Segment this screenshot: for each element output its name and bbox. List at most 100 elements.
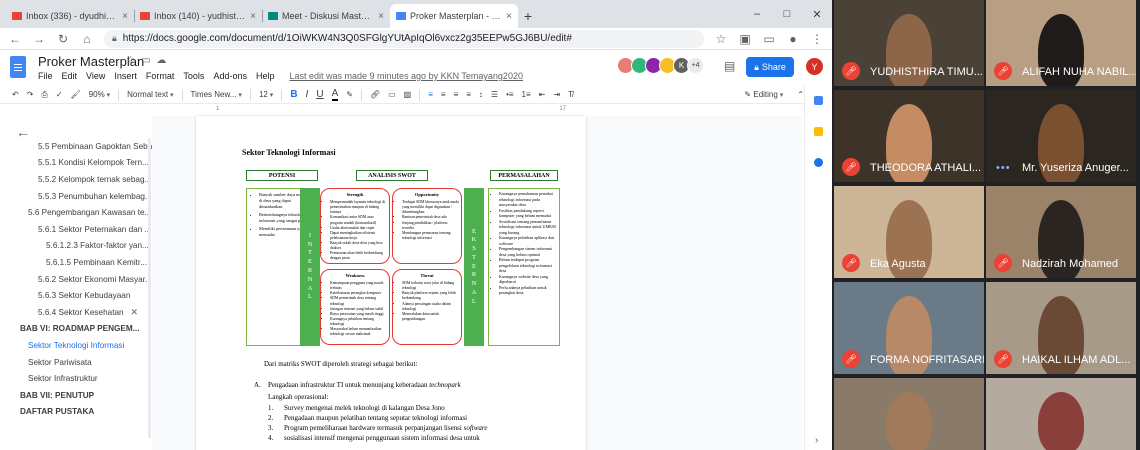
outline-item[interactable]: 5.6.4 Sektor Kesehatan ✕ — [0, 304, 152, 321]
outline-item[interactable]: Sektor Pariwisata — [0, 354, 152, 371]
outline-item[interactable]: 5.6 Pengembangan Kawasan te... — [0, 204, 152, 221]
menu-tools[interactable]: Tools — [183, 71, 204, 81]
menu-edit[interactable]: Edit — [62, 71, 78, 81]
text-color-button[interactable]: A — [331, 88, 339, 101]
new-tab-button[interactable]: + — [518, 4, 538, 28]
menu-icon[interactable]: ⋮ — [810, 32, 824, 46]
maximize-button[interactable]: □ — [772, 0, 802, 28]
user-avatar[interactable]: Y — [806, 58, 823, 75]
outline-item[interactable]: 5.5.2 Kelompok ternak sebag... — [0, 171, 152, 188]
extension-icon[interactable]: ▣ — [738, 32, 752, 46]
outline-item[interactable]: 5.6.1.2.3 Faktor-faktor yan... — [0, 238, 152, 255]
menu-addons[interactable]: Add-ons — [213, 71, 247, 81]
participant-tile[interactable]: 🎤︎ HAIKAL ILHAM ADL... — [986, 282, 1136, 374]
back-icon[interactable]: ← — [8, 32, 22, 46]
checklist-icon[interactable]: ☰ — [491, 90, 498, 99]
outline-item[interactable]: 5.6.1.5 Pembinaan Kemitr... — [0, 254, 152, 271]
participant-tile[interactable]: 🎤︎ Nadzirah Mohamed — [986, 186, 1136, 278]
outline-item[interactable]: BAB VII: PENUTUP — [0, 387, 152, 404]
close-icon[interactable]: × — [378, 11, 384, 22]
font-size-select[interactable]: 12 — [259, 90, 273, 99]
forward-icon[interactable]: → — [32, 32, 46, 46]
align-center-icon[interactable]: ≡ — [441, 90, 446, 99]
outline-scrollbar[interactable] — [148, 138, 151, 438]
undo-icon[interactable]: ↶ — [12, 90, 19, 99]
calendar-icon[interactable] — [814, 96, 823, 105]
outline-item[interactable]: 5.5.1 Kondisi Kelompok Tern... — [0, 155, 152, 172]
indent-decrease-icon[interactable]: ⇤ — [539, 90, 546, 99]
underline-button[interactable]: U — [316, 89, 323, 100]
outline-item[interactable]: DAFTAR PUSTAKA — [0, 404, 152, 421]
keep-icon[interactable] — [814, 127, 823, 136]
bullet-list-icon[interactable]: •≡ — [506, 90, 513, 99]
tab-inbox-2[interactable]: Inbox (140) - yudhisthiratimur@× — [134, 4, 262, 28]
link-icon[interactable]: 🔗︎ — [370, 90, 380, 99]
italic-button[interactable]: I — [306, 89, 309, 100]
cloud-status-icon[interactable]: ☁ — [156, 55, 172, 66]
outline-item[interactable]: BAB VI: ROADMAP PENGEM... — [0, 321, 152, 338]
participant-tile[interactable]: 🎤︎ FORMA NOFRITASARI — [834, 282, 984, 374]
zoom-select[interactable]: 90% — [89, 90, 110, 99]
profile-icon[interactable]: ● — [786, 32, 800, 46]
outline-item[interactable]: Sektor Teknologi Informasi — [0, 337, 152, 354]
outline-item[interactable]: 5.6.3 Sektor Kebudayaan — [0, 287, 152, 304]
numbered-list-icon[interactable]: 1≡ — [522, 90, 531, 99]
tab-inbox-1[interactable]: Inbox (336) - dyudhisthira079@× — [6, 4, 134, 28]
style-select[interactable]: Normal text — [127, 90, 173, 99]
tab-meet[interactable]: Meet - Diskusi Masterplan× — [262, 4, 390, 28]
line-spacing-icon[interactable]: ↕ — [479, 90, 483, 99]
close-window-button[interactable]: ✕ — [802, 0, 832, 28]
close-icon[interactable]: × — [122, 11, 128, 22]
ruler[interactable]: 1 17 — [196, 106, 586, 116]
bold-button[interactable]: B — [290, 89, 297, 100]
tasks-icon[interactable] — [814, 158, 823, 167]
highlight-icon[interactable]: ✎ — [346, 90, 353, 99]
spellcheck-icon[interactable]: ✓ — [56, 90, 63, 99]
star-icon[interactable]: ☆ — [126, 55, 141, 66]
address-bar[interactable]: 🔒︎ https://docs.google.com/document/d/1Oi… — [104, 29, 704, 48]
comment-add-icon[interactable]: ▭ — [388, 90, 396, 99]
participant-tile[interactable]: 🎤︎ THEODORA ATHALI... — [834, 90, 984, 182]
align-right-icon[interactable]: ≡ — [454, 90, 459, 99]
editing-mode-select[interactable]: ✎ Editing — [744, 90, 783, 99]
font-select[interactable]: Times New... — [191, 90, 242, 99]
outline-item[interactable]: 5.5.3 Penumbuhan kelembag... — [0, 188, 152, 205]
reload-icon[interactable]: ↻ — [56, 32, 70, 46]
menu-help[interactable]: Help — [256, 71, 275, 81]
menu-format[interactable]: Format — [146, 71, 175, 81]
clear-format-icon[interactable]: T̸ — [568, 90, 573, 99]
cast-icon[interactable]: ▭ — [762, 32, 776, 46]
participant-tile[interactable] — [834, 378, 984, 450]
comments-icon[interactable]: ▤ — [724, 59, 735, 73]
align-justify-icon[interactable]: ≡ — [466, 90, 471, 99]
star-icon[interactable]: ☆ — [714, 32, 728, 46]
minimize-button[interactable]: – — [742, 0, 772, 28]
lock-icon[interactable]: 🔒︎ — [112, 33, 117, 44]
outline-item[interactable]: 5.6.2 Sektor Ekonomi Masyar... — [0, 271, 152, 288]
align-left-icon[interactable]: ≡ — [428, 90, 433, 99]
redo-icon[interactable]: ↷ — [27, 90, 34, 99]
print-icon[interactable]: ⎙ — [41, 90, 47, 100]
move-folder-icon[interactable]: ▭ — [141, 55, 156, 66]
close-icon[interactable]: ✕ — [130, 307, 138, 318]
close-icon[interactable]: × — [250, 11, 256, 22]
participant-tile[interactable] — [986, 378, 1136, 450]
more-collaborators[interactable]: +4 — [687, 57, 704, 74]
outline-item[interactable]: 5.6.1 Sektor Peternakan dan ... — [0, 221, 152, 238]
close-icon[interactable]: × — [506, 11, 512, 22]
collapse-menus-icon[interactable]: ⌃ — [797, 90, 804, 99]
menu-insert[interactable]: Insert — [114, 71, 137, 81]
home-icon[interactable]: ⌂ — [80, 32, 94, 46]
image-icon[interactable]: ▨ — [404, 90, 412, 99]
tab-docs[interactable]: Proker Masterplan - Google Docs × — [390, 4, 518, 28]
menu-view[interactable]: View — [86, 71, 105, 81]
participant-tile[interactable]: ••• Mr. Yuseriza Anuger... — [986, 90, 1136, 182]
participant-tile[interactable]: 🎤︎ Eka Agusta — [834, 186, 984, 278]
docs-logo-icon[interactable] — [10, 56, 26, 78]
outline-item[interactable]: Sektor Infrastruktur — [0, 370, 152, 387]
document-page[interactable]: Sektor Teknologi Informasi POTENSI ANALI… — [196, 116, 586, 450]
last-edit-link[interactable]: Last edit was made 9 minutes ago by KKN … — [289, 71, 522, 81]
paint-format-icon[interactable]: 🖌︎ — [71, 90, 81, 99]
menu-file[interactable]: File — [38, 71, 53, 81]
expand-panel-icon[interactable]: › — [815, 435, 818, 446]
